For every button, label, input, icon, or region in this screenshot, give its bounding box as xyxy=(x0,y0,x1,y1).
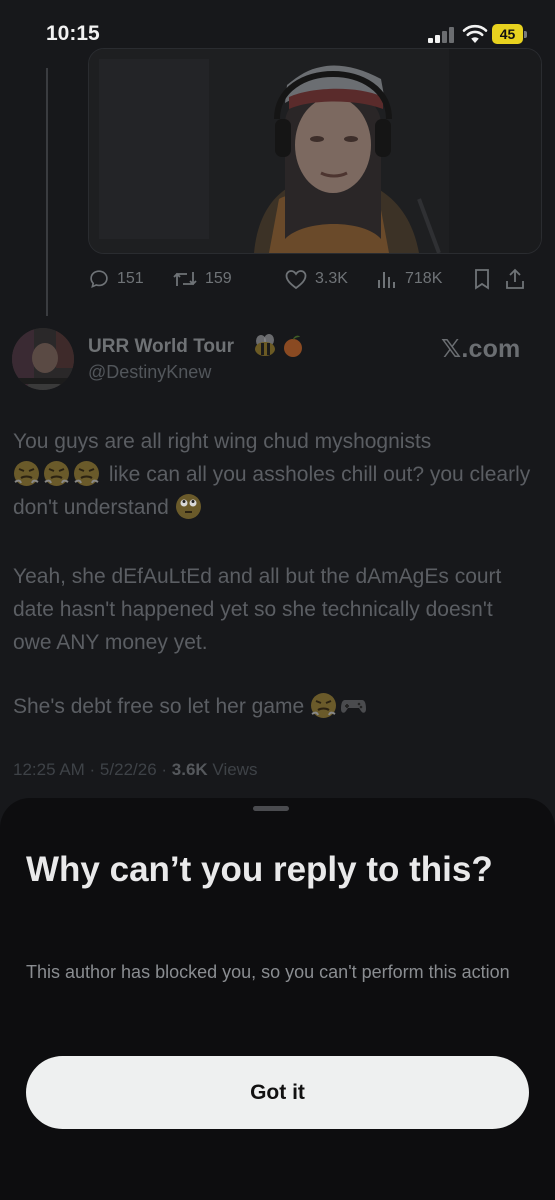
sheet-description: This author has blocked you, so you can'… xyxy=(26,962,510,982)
views-button[interactable]: 718K xyxy=(376,268,472,290)
reply-count: 151 xyxy=(117,270,144,287)
repost-icon xyxy=(173,272,197,286)
thread-line xyxy=(46,68,48,316)
like-button[interactable]: 3.3K xyxy=(284,268,376,290)
views-icon xyxy=(378,272,395,288)
repost-button[interactable]: 159 xyxy=(172,268,284,290)
tweet-paragraph-1: You guys are all right wing chud myshogn… xyxy=(13,425,533,524)
handle[interactable]: @DestinyKnew xyxy=(88,362,211,383)
tweet-views-count: 3.6K xyxy=(171,760,208,779)
angry-face-icon xyxy=(14,461,39,486)
heart-icon xyxy=(285,270,307,290)
sheet-grabber-handle[interactable] xyxy=(253,806,289,811)
repost-count: 159 xyxy=(205,270,232,287)
cellular-signal-icon xyxy=(428,26,455,43)
bookmark-icon xyxy=(475,269,489,290)
views-count: 718K xyxy=(405,270,443,287)
tweet-media-image[interactable] xyxy=(88,48,542,254)
tweet-text-part-c: She's debt free so let her game xyxy=(13,695,305,718)
angry-face-icon xyxy=(44,461,69,486)
like-count: 3.3K xyxy=(315,270,348,287)
share-button[interactable] xyxy=(504,268,534,290)
bookmark-button[interactable] xyxy=(472,268,504,290)
tweet-paragraph-3: She's debt free so let her game xyxy=(13,690,533,723)
status-time: 10:15 xyxy=(46,22,100,45)
wifi-icon xyxy=(462,24,488,44)
game-controller-icon xyxy=(341,700,367,713)
tweet-text-part-a: You guys are all right wing chud myshogn… xyxy=(13,430,432,453)
sheet-title: Why can’t you reply to this? xyxy=(26,850,493,889)
x-com-watermark: 𝕏.com xyxy=(441,335,521,363)
battery-level: 45 xyxy=(492,24,523,44)
reply-icon xyxy=(90,270,108,289)
tweet-timestamp: 12:25 AM · 5/22/26 · xyxy=(13,760,172,779)
angry-face-icon xyxy=(311,693,337,718)
avatar[interactable] xyxy=(12,328,74,390)
tweet-timestamp-views: 12:25 AM · 5/22/26 · 3.6K Views xyxy=(13,760,257,780)
display-name[interactable]: URR World Tour xyxy=(88,336,234,358)
battery-icon: 45 xyxy=(492,24,528,44)
peach-emoji-icon xyxy=(282,334,304,358)
reply-button[interactable]: 151 xyxy=(88,268,172,290)
eye-roll-emoji-icon xyxy=(175,494,201,519)
share-icon xyxy=(506,268,524,289)
tweet-views-label: Views xyxy=(207,760,258,779)
angry-face-icon xyxy=(74,461,99,486)
got-it-button[interactable]: Got it xyxy=(26,1056,529,1129)
bee-emoji-icon xyxy=(252,333,278,359)
tweet-action-bar: 151 159 3.3K 718K xyxy=(88,264,538,294)
tweet-paragraph-2: Yeah, she dEfAuLtEd and all but the dAmA… xyxy=(13,565,502,654)
